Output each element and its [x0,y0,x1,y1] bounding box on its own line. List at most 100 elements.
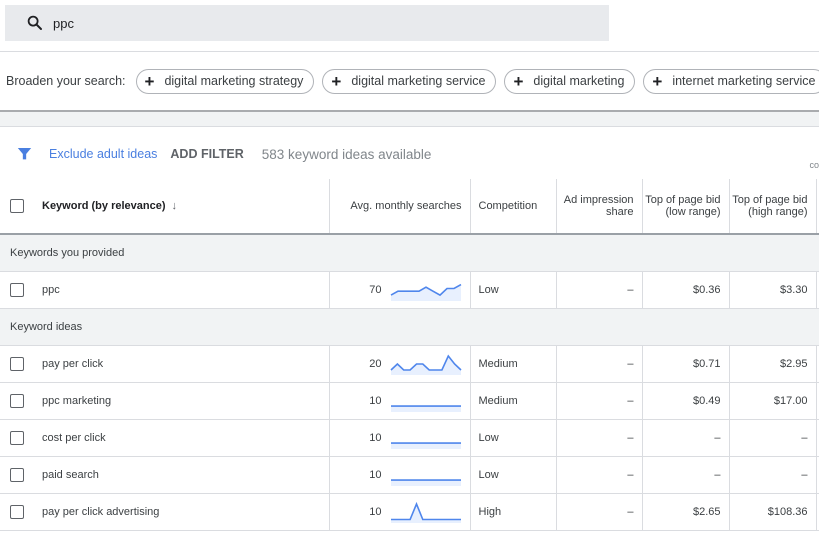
competition-cell: High [470,493,557,531]
header-impression-share[interactable]: Ad impression share [556,179,643,235]
bid-high-cell: $3.30 [729,271,817,309]
searches-cell: 10 [329,456,471,494]
broaden-chip[interactable]: + digital marketing [504,68,636,94]
keyword-table: Keyword (by relevance) ↓ Avg. monthly sea… [0,179,819,531]
table-header: Keyword (by relevance) ↓ Avg. monthly sea… [0,179,819,235]
avg-monthly-searches: 10 [369,431,382,444]
keyword-cell: paid search [0,456,330,494]
keyword-text: ppc marketing [42,394,112,407]
broaden-label: Broaden your search: [6,74,126,88]
sparkline-area [390,479,461,486]
table-row[interactable]: cost per click 10 Low – – – [0,419,819,457]
exclude-adult-ideas-link[interactable]: Exclude adult ideas [49,147,157,161]
sparkline-area [390,442,461,449]
section-divider [0,110,819,127]
keyword-cell: pay per click advertising [0,493,330,531]
avg-monthly-searches: 70 [369,283,382,296]
impression-share-cell: – [556,493,643,531]
sparkline-area [390,405,461,412]
chip-label: digital marketing strategy [164,74,304,88]
row-checkbox[interactable] [10,356,24,371]
table-row[interactable]: ppc 70 Low – $0.36 $3.30 [0,271,819,309]
row-checkbox[interactable] [10,467,24,482]
trend-sparkline [390,441,461,449]
broaden-chip[interactable]: + digital marketing strategy [135,68,315,94]
row-checkbox[interactable] [10,393,24,408]
keyword-text: cost per click [42,431,106,444]
header-keyword-label: Keyword (by relevance) [42,199,166,212]
bid-low-cell: $2.65 [642,493,730,531]
searches-cell: 10 [329,419,471,457]
plus-icon: + [144,71,155,91]
sparkline-line [390,501,461,520]
impression-share-cell: – [556,419,643,457]
chip-label: digital marketing service [351,74,486,88]
plus-icon: + [513,71,524,91]
searches-cell: 20 [329,345,471,383]
table-row[interactable]: ppc marketing 10 Medium – $0.49 $17.00 [0,382,819,420]
group-header: Keyword ideas [0,308,819,346]
competition-cell: Medium [470,382,557,420]
impression-share-cell: – [556,271,643,309]
trend-sparkline [390,404,461,412]
impression-share-cell: – [556,382,643,420]
row-checkbox[interactable] [10,282,24,297]
keyword-text: pay per click [42,357,104,370]
keyword-text: ppc [42,283,60,296]
competition-cell: Low [470,419,557,457]
select-all-checkbox[interactable] [10,199,24,213]
table-row[interactable]: paid search 10 Low – – – [0,456,819,494]
trend-sparkline [390,501,461,523]
divider [0,51,819,52]
keyword-cell: ppc [0,271,330,309]
searches-cell: 70 [329,271,471,309]
sort-arrow-icon[interactable]: ↓ [172,200,178,212]
avg-monthly-searches: 10 [369,505,382,518]
broaden-chip[interactable]: + internet marketing service [643,68,819,94]
searches-cell: 10 [329,382,471,420]
header-keyword[interactable]: Keyword (by relevance) ↓ [0,179,330,235]
competition-cell: Low [470,456,557,494]
header-competition[interactable]: Competition [470,179,557,235]
bid-low-cell: – [642,419,730,457]
keyword-count: 583 keyword ideas available [261,146,432,162]
header-bid-high[interactable]: Top of page bid (high range) [729,179,817,235]
bid-low-cell: $0.49 [642,382,730,420]
bid-high-cell: – [729,456,817,494]
searches-cell: 10 [329,493,471,531]
trend-sparkline [390,478,461,486]
row-checkbox[interactable] [10,504,24,519]
bid-low-cell: $0.71 [642,345,730,383]
keyword-text: paid search [42,468,99,481]
plus-icon: + [331,71,342,91]
keyword-text: pay per click advertising [42,505,160,518]
header-searches[interactable]: Avg. monthly searches [329,179,471,235]
avg-monthly-searches: 10 [369,394,382,407]
search-bar[interactable]: ppc [5,5,609,41]
table-row[interactable]: pay per click 20 Medium – $0.71 $2.95 [0,345,819,383]
search-query[interactable]: ppc [53,16,74,31]
search-icon [27,15,42,30]
group-label: Keyword ideas [0,308,819,346]
row-checkbox[interactable] [10,430,24,445]
keyword-cell: ppc marketing [0,382,330,420]
plus-icon: + [652,71,663,91]
keyword-cell: pay per click [0,345,330,383]
broaden-chip[interactable]: + digital marketing service [322,68,497,94]
keyword-cell: cost per click [0,419,330,457]
filter-row: Exclude adult ideas ADD FILTER 583 keywo… [0,140,819,168]
header-bid-low[interactable]: Top of page bid (low range) [642,179,730,235]
filter-icon[interactable] [16,146,33,162]
columns-button[interactable]: co [809,160,819,170]
impression-share-cell: – [556,456,643,494]
group-label: Keywords you provided [0,234,819,272]
avg-monthly-searches: 10 [369,468,382,481]
chip-label: internet marketing service [672,74,816,88]
bid-high-cell: $2.95 [729,345,817,383]
broaden-search-bar: Broaden your search: + digital marketing … [0,68,819,94]
bid-high-cell: – [729,419,817,457]
group-header: Keywords you provided [0,234,819,272]
table-row[interactable]: pay per click advertising 10 High – $2.6… [0,493,819,531]
add-filter-button[interactable]: ADD FILTER [170,147,243,161]
bid-low-cell: – [642,456,730,494]
